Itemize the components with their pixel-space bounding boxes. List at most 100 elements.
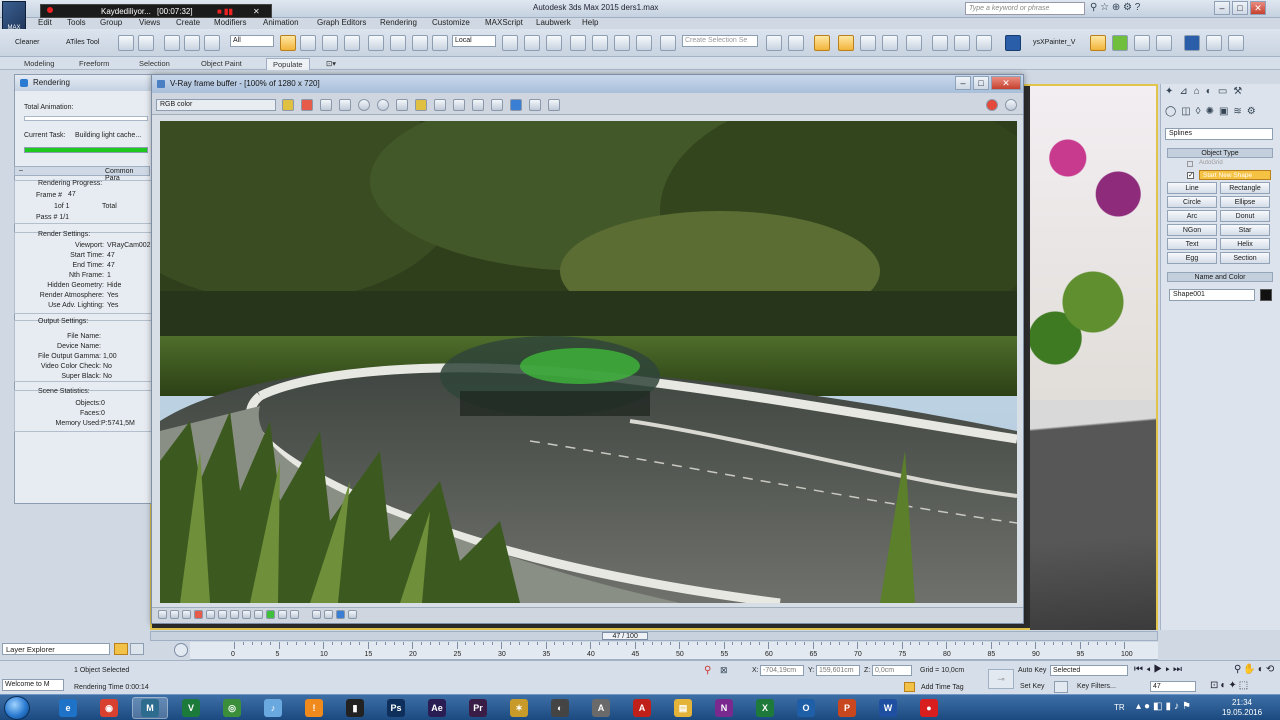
- common-params-rollout[interactable]: – Common Para: [14, 166, 150, 182]
- grid-icon[interactable]: [1156, 35, 1172, 51]
- menu-views[interactable]: Views: [139, 18, 160, 27]
- vfb-status-icon-5[interactable]: [206, 610, 215, 619]
- red-channel-icon[interactable]: [301, 99, 313, 111]
- start-new-shape-button[interactable]: Start New Shape: [1199, 170, 1271, 180]
- select-by-name-icon[interactable]: [300, 35, 316, 51]
- align-icon[interactable]: [788, 35, 804, 51]
- green-channel-icon[interactable]: [320, 99, 332, 111]
- link-icon-vfb[interactable]: [529, 99, 541, 111]
- time-slider-thumb[interactable]: 47 / 100: [602, 632, 649, 640]
- menu-maxscript[interactable]: MAXScript: [485, 18, 523, 27]
- vfb-channel-select[interactable]: RGB color: [156, 99, 276, 111]
- move-icon[interactable]: [368, 35, 384, 51]
- time-slider[interactable]: 47 / 100: [150, 631, 1158, 641]
- track-bar[interactable]: 0 5 10 15 20 25 30 35 40 45 50 55 60 65 70 75 80 85 90 95 10…: [190, 642, 1158, 660]
- keyboard-shortcut-icon[interactable]: [546, 35, 562, 51]
- y-coordinate-field[interactable]: 159,601cm: [816, 665, 860, 676]
- command-panel-tabs[interactable]: ✦⊿⌂◐▭⚒: [1165, 86, 1275, 100]
- unlink-icon[interactable]: [184, 35, 200, 51]
- create-helix-button[interactable]: Helix: [1220, 238, 1270, 250]
- vray-icon[interactable]: [1005, 35, 1021, 51]
- menu-create[interactable]: Create: [176, 18, 200, 27]
- ysxpainter-button[interactable]: ysXPainter_V: [1033, 39, 1075, 46]
- duplicate-icon[interactable]: [453, 99, 465, 111]
- railclone-icon[interactable]: [1184, 35, 1200, 51]
- graphite-toggle-icon[interactable]: [838, 35, 854, 51]
- named-selection-set-select[interactable]: Create Selection Se: [682, 35, 758, 47]
- vray-frame-buffer-window[interactable]: V-Ray frame buffer - [100% of 1280 x 720…: [151, 74, 1024, 624]
- menu-laubwerk[interactable]: Laubwerk: [536, 18, 571, 27]
- onenote-taskbar-icon[interactable]: N: [706, 697, 742, 719]
- search-tools-icons[interactable]: ⚲ ☆ ⊕ ⚙ ?: [1090, 2, 1140, 13]
- material-editor-icon[interactable]: [906, 35, 922, 51]
- start-new-shape-checkbox[interactable]: ✓: [1187, 172, 1194, 179]
- menu-modifiers[interactable]: Modifiers: [214, 18, 246, 27]
- create-ellipse-button[interactable]: Ellipse: [1220, 196, 1270, 208]
- mini-curve-icon[interactable]: [174, 643, 188, 657]
- lock-icon[interactable]: ⚲: [704, 665, 711, 676]
- create-category-icons[interactable]: ◯◫◊✺▣≋⚙: [1165, 106, 1275, 120]
- forest-pack-icon[interactable]: [1090, 35, 1106, 51]
- create-star-button[interactable]: Star: [1220, 224, 1270, 236]
- vfb-maximize-button[interactable]: □: [973, 76, 989, 90]
- pivot-icon[interactable]: [502, 35, 518, 51]
- cmd-taskbar-icon[interactable]: ▮: [337, 697, 373, 719]
- time-tag-icon[interactable]: [904, 682, 915, 692]
- vfb-status-icon-13[interactable]: [312, 610, 321, 619]
- avast-taskbar-icon[interactable]: !: [296, 697, 332, 719]
- create-line-button[interactable]: Line: [1167, 182, 1217, 194]
- blue-channel-icon[interactable]: [339, 99, 351, 111]
- layer-icon[interactable]: [114, 643, 128, 655]
- vfb-status-icon-16[interactable]: [348, 610, 357, 619]
- language-indicator[interactable]: TR: [1114, 703, 1125, 712]
- link-icon[interactable]: [164, 35, 180, 51]
- scale-icon[interactable]: [412, 35, 428, 51]
- acrobat-taskbar-icon[interactable]: A: [624, 697, 660, 719]
- cleaner-button[interactable]: Cleaner: [15, 39, 40, 46]
- vfb-status-icon-8[interactable]: [242, 610, 251, 619]
- atiles-button[interactable]: ATiles Tool: [66, 39, 99, 46]
- tab-populate[interactable]: Populate: [266, 58, 310, 70]
- create-circle-button[interactable]: Circle: [1167, 196, 1217, 208]
- chrome-taskbar-icon[interactable]: ◉: [91, 697, 127, 719]
- viewport-navigation-icons-2[interactable]: ⊡◐✦⬚: [1210, 680, 1250, 691]
- maxscript-listener[interactable]: Welcome to M: [2, 679, 64, 691]
- menu-customize[interactable]: Customize: [432, 18, 470, 27]
- menu-group[interactable]: Group: [100, 18, 122, 27]
- current-frame-field[interactable]: 47: [1150, 681, 1196, 692]
- table-icon[interactable]: [1228, 35, 1244, 51]
- edit-named-sets-icon[interactable]: [660, 35, 676, 51]
- save-icon[interactable]: [396, 99, 408, 111]
- set-key-icon[interactable]: ⊸: [988, 669, 1014, 689]
- tools-icon[interactable]: [1206, 35, 1222, 51]
- word-taskbar-icon[interactable]: W: [870, 697, 906, 719]
- create-donut-button[interactable]: Donut: [1220, 210, 1270, 222]
- vfb-status-icon-7[interactable]: [230, 610, 239, 619]
- add-time-tag-button[interactable]: Add Time Tag: [921, 684, 964, 691]
- photoshop-taskbar-icon[interactable]: Ps: [378, 697, 414, 719]
- autogrid-checkbox[interactable]: [1187, 161, 1193, 167]
- spinner-snap-icon[interactable]: [636, 35, 652, 51]
- ffmpeg-taskbar-icon[interactable]: ◐: [542, 697, 578, 719]
- render-setup-icon[interactable]: [932, 35, 948, 51]
- menu-animation[interactable]: Animation: [263, 18, 299, 27]
- ribbon-options-icon[interactable]: ⊡▾: [320, 58, 342, 70]
- load-icon[interactable]: [415, 99, 427, 111]
- selection-filter-select[interactable]: All: [230, 35, 274, 47]
- help-search-input[interactable]: Type a keyword or phrase: [965, 2, 1085, 15]
- scene-explorer-icon[interactable]: [130, 643, 144, 655]
- tab-freeform[interactable]: Freeform: [73, 58, 115, 70]
- vfb-status-icon-9[interactable]: [254, 610, 263, 619]
- auto-key-button[interactable]: Auto Key: [1018, 667, 1046, 674]
- vfb-status-icon-12[interactable]: [290, 610, 299, 619]
- list-icon[interactable]: [1134, 35, 1150, 51]
- menu-rendering[interactable]: Rendering: [380, 18, 417, 27]
- vfb-close-button[interactable]: ✕: [991, 76, 1021, 90]
- vfb-status-icon-3[interactable]: [182, 610, 191, 619]
- tree-icon[interactable]: [1112, 35, 1128, 51]
- render-production-icon[interactable]: [976, 35, 992, 51]
- region-render-icon[interactable]: [510, 99, 522, 111]
- curve-editor-icon[interactable]: [860, 35, 876, 51]
- vfb-status-icon-1[interactable]: [158, 610, 167, 619]
- layer-manager-icon[interactable]: [814, 35, 830, 51]
